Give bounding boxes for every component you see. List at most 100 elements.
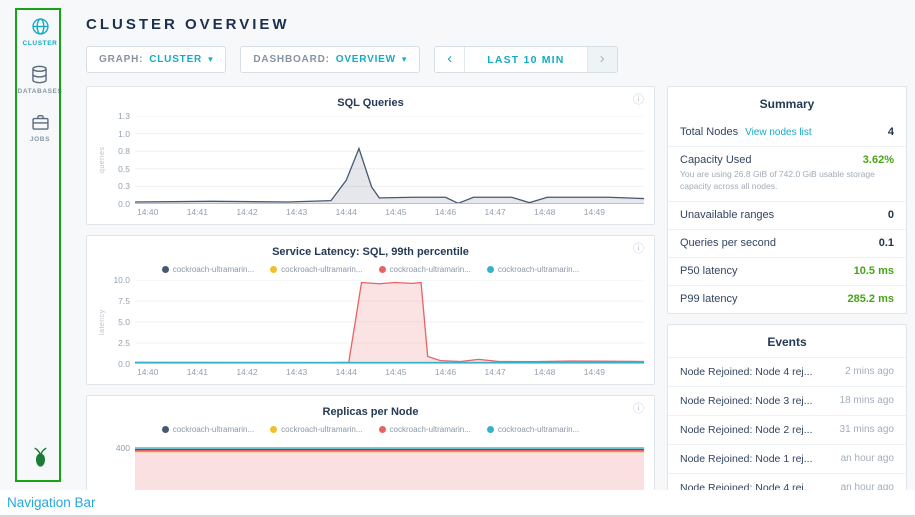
chart-legend: cockroach-ultramarin... cockroach-ultrama… (97, 425, 644, 440)
chart-panel-sql-queries: SQL Queriesⓘqueries0.00.30.50.81.01.314:… (86, 86, 655, 225)
annotation-label: Navigation Bar (7, 495, 96, 510)
y-tick-label: 0.0 (118, 199, 130, 209)
chevron-down-icon: ▾ (402, 54, 407, 65)
summary-row: Queries per second 0.1 (668, 229, 906, 257)
databases-icon (29, 64, 50, 85)
summary-row-label: Unavailable ranges (680, 209, 774, 221)
legend-dot-icon (487, 426, 494, 433)
x-tick-label: 14:45 (385, 207, 406, 217)
toolbar: GRAPH: CLUSTER ▾ DASHBOARD: OVERVIEW ▾ ‹… (86, 46, 907, 73)
summary-row: Total NodesView nodes list4 (668, 119, 906, 146)
summary-row: Capacity Used 3.62%You are using 26.8 GiB… (668, 146, 906, 201)
main-content: CLUSTER OVERVIEW GRAPH: CLUSTER ▾ DASHBO… (80, 0, 915, 490)
legend-item[interactable]: cockroach-ultramarin... (270, 265, 362, 274)
summary-row-label: Capacity Used (680, 154, 752, 166)
summary-row-value: 0 (888, 209, 894, 221)
sidebar: CLUSTER DATABASES JOBS (0, 0, 80, 490)
sidebar-item-cluster[interactable]: CLUSTER (23, 16, 58, 47)
event-row[interactable]: Node Rejoined: Node 2 rej...31 mins ago (668, 415, 906, 444)
time-prev-button[interactable]: ‹ (435, 47, 465, 72)
summary-row-label: Total Nodes (680, 126, 738, 138)
events-panel: Events Node Rejoined: Node 4 rej... 2 min… (667, 324, 907, 490)
legend-dot-icon (162, 266, 169, 273)
legend-label: cockroach-ultramarin... (281, 265, 362, 274)
event-row[interactable]: Node Rejoined: Node 4 rej...an hour ago (668, 473, 906, 490)
legend-item[interactable]: cockroach-ultramarin... (162, 425, 254, 434)
chevron-down-icon: ▾ (208, 54, 213, 65)
info-icon[interactable]: ⓘ (633, 95, 644, 106)
graph-dropdown[interactable]: GRAPH: CLUSTER ▾ (86, 46, 226, 73)
event-text: Node Rejoined: Node 4 rej... (680, 366, 813, 378)
y-axis-label (97, 440, 108, 490)
summary-row: Unavailable ranges 0 (668, 201, 906, 229)
view-nodes-list-link[interactable]: View nodes list (745, 127, 812, 138)
x-tick-label: 14:47 (484, 367, 505, 377)
legend-item[interactable]: cockroach-ultramarin... (379, 265, 471, 274)
legend-item[interactable]: cockroach-ultramarin... (379, 425, 471, 434)
dashboard-dropdown-value: OVERVIEW (336, 54, 396, 65)
legend-item[interactable]: cockroach-ultramarin... (487, 425, 579, 434)
cockroachdb-logo-icon[interactable] (29, 446, 52, 474)
summary-row-value: 285.2 ms (848, 293, 894, 305)
legend-label: cockroach-ultramarin... (173, 265, 254, 274)
sidebar-item-databases[interactable]: DATABASES (18, 64, 63, 95)
dashboard-dropdown-label: DASHBOARD: (253, 54, 329, 65)
charts-column: SQL Queriesⓘqueries0.00.30.50.81.01.314:… (86, 86, 655, 490)
event-text: Node Rejoined: Node 4 rej... (680, 482, 813, 490)
summary-row-value: 0.1 (879, 237, 894, 249)
legend-label: cockroach-ultramarin... (390, 265, 471, 274)
x-tick-label: 14:42 (236, 207, 257, 217)
event-time: 2 mins ago (845, 366, 894, 377)
events-title: Events (668, 325, 906, 357)
chart-legend: cockroach-ultramarin... cockroach-ultrama… (97, 265, 644, 280)
event-row[interactable]: Node Rejoined: Node 3 rej... 18 mins ago (668, 386, 906, 415)
y-tick-label: 0.3 (118, 181, 130, 191)
info-icon[interactable]: ⓘ (633, 404, 644, 415)
summary-row: P99 latency 285.2 ms (668, 285, 906, 313)
chart-plot[interactable] (135, 440, 644, 490)
dashboard-dropdown[interactable]: DASHBOARD: OVERVIEW ▾ (240, 46, 420, 73)
event-row[interactable]: Node Rejoined: Node 1 rej...an hour ago (668, 444, 906, 473)
app-window: CLUSTER DATABASES JOBS (0, 0, 915, 490)
event-time: 18 mins ago (840, 395, 894, 406)
event-row[interactable]: Node Rejoined: Node 4 rej... 2 mins ago (668, 357, 906, 386)
time-next-button[interactable]: › (587, 47, 617, 72)
legend-dot-icon (270, 426, 277, 433)
y-tick-label: 1.0 (118, 129, 130, 139)
sidebar-item-jobs[interactable]: JOBS (30, 112, 51, 143)
y-axis: 400 (108, 440, 135, 490)
x-axis: 14:4014:4114:4214:4314:4414:4514:4614:47… (135, 204, 644, 220)
x-tick-label: 14:42 (236, 367, 257, 377)
summary-row-label: P99 latency (680, 293, 737, 305)
chart-plot[interactable] (135, 116, 644, 204)
legend-item[interactable]: cockroach-ultramarin... (487, 265, 579, 274)
legend-label: cockroach-ultramarin... (498, 265, 579, 274)
summary-row-note: You are using 26.8 GiB of 742.0 GiB usab… (680, 166, 885, 193)
info-icon[interactable]: ⓘ (633, 244, 644, 255)
chart-plot[interactable] (135, 280, 644, 364)
summary-rows: Total NodesView nodes list4Capacity Used… (668, 119, 906, 313)
legend-item[interactable]: cockroach-ultramarin... (270, 425, 362, 434)
x-tick-label: 14:47 (484, 207, 505, 217)
summary-row-value: 3.62% (863, 154, 894, 166)
y-tick-label: 1.3 (118, 111, 130, 121)
x-tick-label: 14:43 (286, 367, 307, 377)
x-tick-label: 14:44 (336, 207, 357, 217)
graph-dropdown-label: GRAPH: (99, 54, 143, 65)
event-text: Node Rejoined: Node 3 rej... (680, 395, 813, 407)
y-axis: 0.02.55.07.510.0 (108, 280, 135, 364)
right-column: Summary Total NodesView nodes list4Capac… (667, 86, 907, 490)
y-tick-label: 0.0 (118, 359, 130, 369)
y-tick-label: 10.0 (113, 275, 130, 285)
legend-dot-icon (162, 426, 169, 433)
y-tick-label: 0.8 (118, 146, 130, 156)
summary-row-label: Queries per second (680, 237, 776, 249)
content-area: SQL Queriesⓘqueries0.00.30.50.81.01.314:… (86, 86, 907, 490)
y-tick-label: 5.0 (118, 317, 130, 327)
y-tick-label: 0.5 (118, 164, 130, 174)
legend-label: cockroach-ultramarin... (498, 425, 579, 434)
summary-row-value: 10.5 ms (854, 265, 894, 277)
x-tick-label: 14:46 (435, 367, 456, 377)
chart-title: Replicas per Node (97, 404, 644, 425)
legend-item[interactable]: cockroach-ultramarin... (162, 265, 254, 274)
